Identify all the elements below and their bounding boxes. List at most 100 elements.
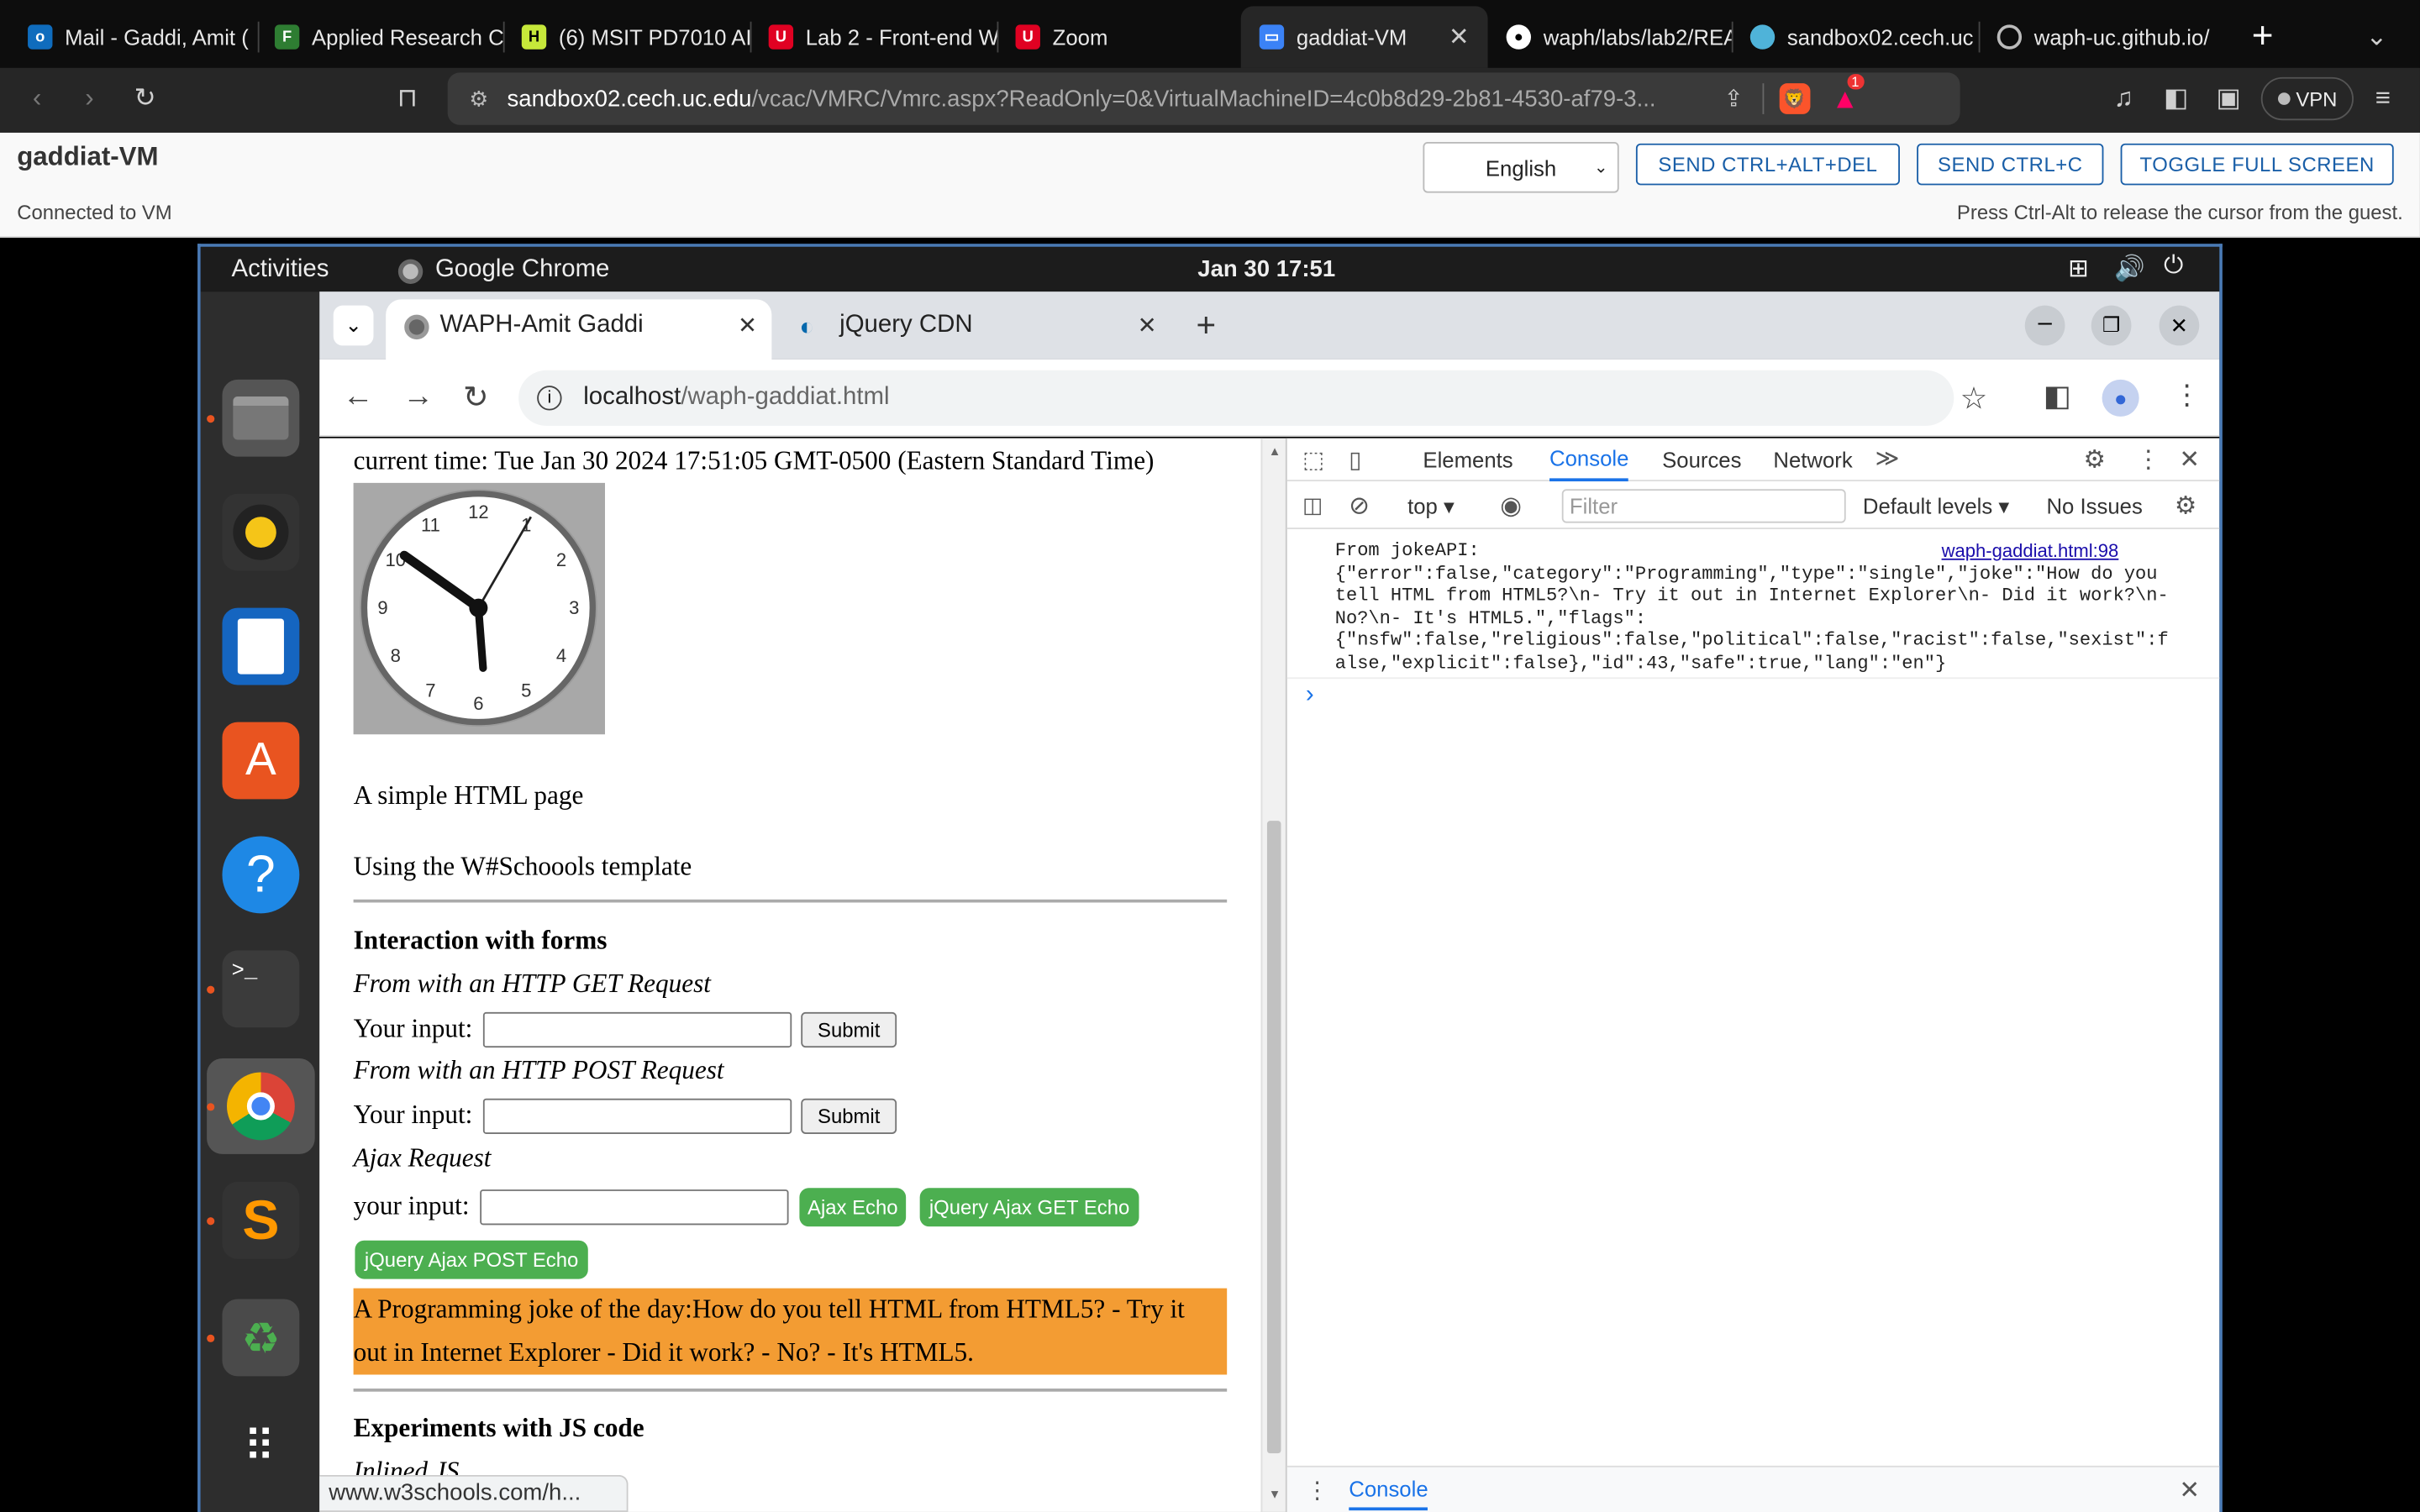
settings-gear-icon[interactable]: ⚙ <box>2084 444 2106 475</box>
divider <box>1286 677 2220 680</box>
kebab-menu-icon[interactable]: ⋮ <box>2173 380 2201 412</box>
chrome-dock-icon[interactable] <box>207 1058 315 1154</box>
console-settings-gear-icon[interactable]: ⚙ <box>2175 491 2196 522</box>
tab-console[interactable]: Console <box>1549 438 1629 482</box>
context-select[interactable]: top ▾ <box>1407 494 1455 520</box>
files-icon[interactable] <box>222 379 300 457</box>
send-ctrl-alt-del-button[interactable]: SEND CTRL+ALT+DEL <box>1635 143 1900 186</box>
new-tab-icon[interactable]: + <box>1196 306 1216 346</box>
kebab-menu-icon[interactable]: ⋮ <box>2136 444 2160 475</box>
bookmark-icon[interactable]: ⊓ <box>389 81 426 118</box>
brave-shield-icon[interactable]: 🦁 <box>1778 83 1810 114</box>
close-icon[interactable]: ✕ <box>1449 22 1470 53</box>
minimize-icon[interactable]: – <box>2024 305 2065 346</box>
sidebar-toggle-icon[interactable]: ◫ <box>1302 492 1323 518</box>
help-icon[interactable]: ? <box>222 836 300 914</box>
rhythmbox-icon[interactable] <box>222 493 300 571</box>
tab-elements[interactable]: Elements <box>1423 438 1512 481</box>
post-submit-button[interactable]: Submit <box>801 1098 897 1134</box>
sublime-icon[interactable]: S <box>222 1181 300 1259</box>
issues-count[interactable]: No Issues <box>2046 494 2142 518</box>
sidebar-icon[interactable]: ◧ <box>2158 81 2195 118</box>
get-input-field[interactable] <box>482 1011 792 1048</box>
gnome-clock[interactable]: Jan 30 17:51 <box>1197 256 1335 282</box>
forward-icon[interactable]: → <box>402 380 434 415</box>
jquery-post-echo-button[interactable]: jQuery Ajax POST Echo <box>355 1240 588 1279</box>
menu-icon[interactable]: ≡ <box>2365 81 2402 118</box>
guest-address-bar[interactable]: i localhost/waph-gaddiat.html <box>518 370 1954 426</box>
ajax-echo-button[interactable]: Ajax Echo <box>799 1188 907 1227</box>
page-scrollbar[interactable]: ▲ ▼ <box>1260 438 1286 1512</box>
network-icon[interactable]: ⊞ <box>2068 253 2089 284</box>
info-icon[interactable]: i <box>537 386 562 411</box>
tab-search-chevron-icon[interactable]: ⌄ <box>2358 18 2395 55</box>
jquery-get-echo-button[interactable]: jQuery Ajax GET Echo <box>919 1188 1139 1227</box>
brave-rewards-icon[interactable]: ▲ 1 <box>1831 73 1865 115</box>
host-tab-lab2[interactable]: U Lab 2 - Front-end W <box>750 6 997 67</box>
side-panel-icon[interactable]: ◧ <box>2044 380 2071 415</box>
console-prompt-chevron-icon[interactable]: › <box>1306 682 1314 710</box>
console-filter-input[interactable]: Filter <box>1561 489 1846 523</box>
tab-search-chevron-icon[interactable]: ⌄ <box>333 305 374 346</box>
host-tab-sandbox[interactable]: sandbox02.cech.uc <box>1732 6 1979 67</box>
inspect-element-icon[interactable]: ⬚ <box>1302 446 1324 474</box>
host-tab-waph-uc[interactable]: waph-uc.github.io/ <box>1979 6 2218 67</box>
back-icon[interactable]: ‹ <box>18 81 55 118</box>
toggle-fullscreen-button[interactable]: TOGGLE FULL SCREEN <box>2120 143 2394 186</box>
profile-avatar[interactable]: ● <box>2102 379 2139 417</box>
drawer-menu-icon[interactable]: ⋮ <box>1306 1477 1329 1504</box>
close-window-icon[interactable]: ✕ <box>2159 305 2200 346</box>
host-tab-research[interactable]: F Applied Research C <box>256 6 503 67</box>
device-toolbar-icon[interactable]: ▯ <box>1349 446 1361 474</box>
scroll-up-icon[interactable]: ▲ <box>1269 444 1281 459</box>
close-devtools-icon[interactable]: ✕ <box>2179 444 2200 475</box>
host-tab-github[interactable]: ● waph/labs/lab2/REA <box>1488 6 1732 67</box>
host-tab-zoom[interactable]: U Zoom <box>997 6 1241 67</box>
scroll-down-icon[interactable]: ▼ <box>1269 1488 1281 1502</box>
writer-icon[interactable] <box>222 607 300 685</box>
show-apps-icon[interactable]: ⠿ <box>222 1407 299 1484</box>
get-submit-button[interactable]: Submit <box>801 1011 897 1048</box>
drawer-tab-console[interactable]: Console <box>1349 1477 1428 1511</box>
activities-button[interactable]: Activities <box>232 256 329 284</box>
js-heading: Experiments with JS code <box>353 1413 644 1443</box>
share-icon[interactable]: ⇪ <box>1724 85 1744 113</box>
terminal-icon[interactable]: >_ <box>222 950 300 1028</box>
live-expression-eye-icon[interactable]: ◉ <box>1500 491 1522 522</box>
site-settings-icon[interactable]: ⚙ <box>469 86 488 112</box>
post-input-field[interactable] <box>482 1098 792 1134</box>
forward-icon[interactable]: › <box>71 81 108 118</box>
media-icon[interactable]: ♫ <box>2105 81 2142 118</box>
trash-icon[interactable]: ♻ <box>222 1299 300 1377</box>
language-select[interactable]: English ⌄ <box>1423 141 1619 193</box>
volume-icon[interactable]: 🔊 <box>2114 253 2145 284</box>
log-levels-dropdown[interactable]: Default levels ▾ <box>1863 494 2009 520</box>
host-tab-vm[interactable]: ▭ gaddiat-VM ✕ <box>1240 6 1488 68</box>
send-ctrl-c-button[interactable]: SEND CTRL+C <box>1917 143 2104 186</box>
clear-console-icon[interactable]: ⊘ <box>1349 491 1370 522</box>
close-icon[interactable]: ✕ <box>1138 312 1157 339</box>
tab-title-jquery[interactable]: jQuery CDN <box>839 312 972 339</box>
host-tab-mail[interactable]: o Mail - Gaddi, Amit ( <box>9 6 256 67</box>
more-tabs-icon[interactable]: ≫ <box>1876 444 1900 472</box>
software-icon[interactable]: A <box>222 722 300 800</box>
star-icon[interactable]: ☆ <box>1960 380 1988 418</box>
reload-icon[interactable]: ↻ <box>463 378 489 417</box>
close-icon[interactable]: ✕ <box>738 312 757 339</box>
vpn-button[interactable]: VPN <box>2260 76 2354 121</box>
power-icon[interactable]: ⏻ <box>2164 253 2183 281</box>
close-drawer-icon[interactable]: ✕ <box>2179 1475 2200 1506</box>
tab-network[interactable]: Network <box>1773 438 1852 481</box>
ajax-input-field[interactable] <box>480 1189 789 1226</box>
reload-icon[interactable]: ↻ <box>127 81 164 118</box>
wallet-icon[interactable]: ▣ <box>2210 81 2247 118</box>
restore-icon[interactable]: ❐ <box>2091 305 2132 346</box>
clock-widget: 121234567891011 <box>353 482 605 735</box>
host-tab-msit[interactable]: H (6) MSIT PD7010 AI <box>503 6 750 67</box>
host-address-bar[interactable]: ⚙ sandbox02.cech.uc.edu/vcac/VMRC/Vmrc.a… <box>447 72 1960 125</box>
new-tab-icon[interactable]: + <box>2241 15 2284 58</box>
active-app-name[interactable]: Google Chrome <box>435 256 609 284</box>
scrollbar-thumb[interactable] <box>1266 821 1281 1454</box>
back-icon[interactable]: ← <box>343 380 374 415</box>
tab-sources[interactable]: Sources <box>1662 438 1741 481</box>
